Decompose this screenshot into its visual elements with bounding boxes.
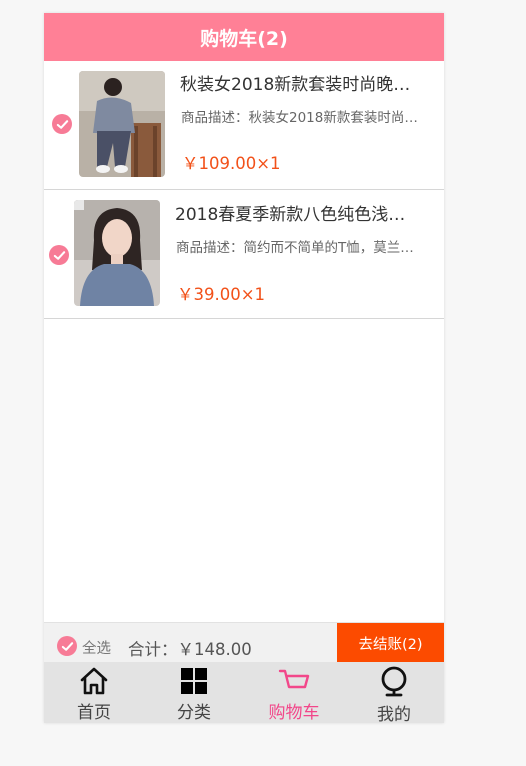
profile-icon — [377, 666, 411, 698]
checkmark-icon — [61, 641, 73, 651]
page-title: 购物车(2) — [200, 27, 288, 50]
item-checkbox[interactable] — [52, 114, 72, 134]
cart-icon — [277, 666, 311, 696]
cart-screen: 购物车(2) 秋装女2018新款套装时尚晚秋早秋两件套 商品描述：秋装女2018… — [44, 13, 444, 723]
product-description: 商品描述：秋装女2018新款套装时尚晚秋早秋两件套 — [181, 110, 424, 126]
checkout-button[interactable]: 去结账(2) — [337, 623, 444, 663]
tab-bar: 首页 分类 购物车 我的 — [44, 662, 444, 723]
item-checkbox[interactable] — [49, 245, 69, 265]
tab-cart[interactable]: 购物车 — [244, 662, 344, 723]
tab-label: 首页 — [77, 703, 111, 723]
tab-profile[interactable]: 我的 — [344, 662, 444, 723]
category-grid-icon — [177, 666, 211, 696]
select-all-label[interactable]: 全选 — [82, 637, 111, 658]
home-icon — [77, 666, 111, 696]
product-description: 商品描述：简约而不简单的T恤，莫兰迪色系 — [176, 240, 419, 256]
product-title[interactable]: 秋装女2018新款套装时尚晚秋早秋两件套 — [180, 70, 420, 95]
checkmark-icon — [56, 119, 68, 129]
total-amount: 合计：￥148.00 — [128, 640, 252, 659]
tab-category[interactable]: 分类 — [144, 662, 244, 723]
product-photo-icon — [79, 71, 165, 177]
tab-home[interactable]: 首页 — [44, 662, 144, 723]
checkout-bar: 全选 合计：￥148.00 去结账(2) — [44, 622, 444, 663]
product-price: ￥109.00×1 — [182, 154, 281, 173]
cart-item[interactable]: 2018春夏季新款八色纯色浅色T恤 商品描述：简约而不简单的T恤，莫兰迪色系 ￥… — [44, 190, 444, 319]
product-photo-icon — [74, 200, 160, 306]
checkmark-icon — [53, 250, 65, 260]
product-image[interactable] — [79, 71, 165, 177]
product-price: ￥39.00×1 — [177, 285, 266, 304]
tab-label: 分类 — [177, 703, 211, 723]
select-all-checkbox[interactable] — [57, 636, 77, 656]
product-image[interactable] — [74, 200, 160, 306]
page-header: 购物车(2) — [44, 13, 444, 61]
product-title[interactable]: 2018春夏季新款八色纯色浅色T恤 — [175, 200, 415, 225]
tab-label: 购物车 — [268, 703, 320, 723]
tab-label: 我的 — [377, 705, 411, 723]
cart-item[interactable]: 秋装女2018新款套装时尚晚秋早秋两件套 商品描述：秋装女2018新款套装时尚晚… — [44, 61, 444, 190]
